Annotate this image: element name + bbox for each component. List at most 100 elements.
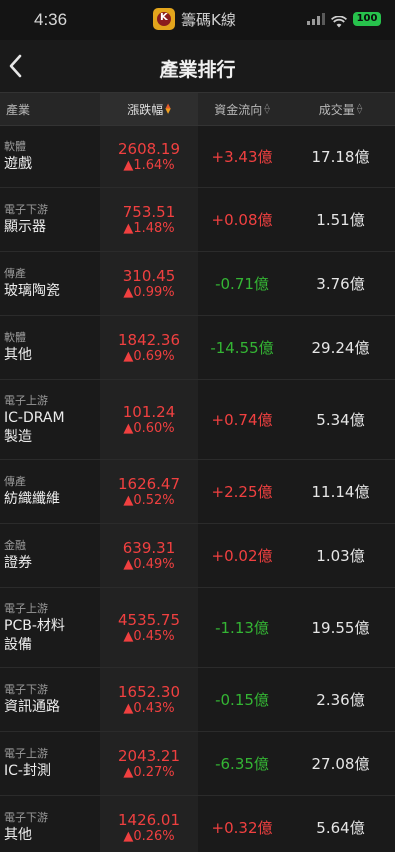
- change-cell: 4535.75 ▲0.45%: [100, 588, 198, 667]
- change-cell: 753.51 ▲1.48%: [100, 188, 198, 251]
- industry-name: 紡織纖維: [4, 491, 60, 507]
- industry-cell: 電子下游 顯示器: [0, 188, 100, 251]
- change-percent: ▲0.43%: [123, 700, 175, 716]
- fund-flow-value: +2.25億: [211, 483, 273, 501]
- industry-category: 軟體: [4, 140, 26, 153]
- header-flow-sort[interactable]: 資金流向 △ ▽: [198, 93, 286, 125]
- industry-cell: 電子上游 IC-DRAM 製造: [0, 380, 100, 459]
- app-logo-letter: K: [160, 12, 168, 23]
- change-cell: 1842.36 ▲0.69%: [100, 316, 198, 379]
- industry-category: 電子上游: [4, 747, 48, 760]
- sort-icon: △ ▽: [264, 102, 270, 115]
- status-time: 4:36: [34, 10, 68, 29]
- volume-value: 1.03億: [316, 547, 365, 565]
- table-row[interactable]: 電子下游 顯示器 753.51 ▲1.48% +0.08億 1.51億: [0, 188, 395, 252]
- index-price: 2608.19: [117, 139, 181, 158]
- index-price: 1426.01: [117, 810, 181, 829]
- table-row[interactable]: 軟體 其他 1842.36 ▲0.69% -14.55億 29.24億: [0, 316, 395, 380]
- index-price: 2043.21: [117, 746, 181, 765]
- industry-name: 製造: [4, 428, 32, 445]
- volume-value: 3.76億: [316, 275, 365, 293]
- sort-icon: △ ▽: [356, 102, 363, 115]
- table-row[interactable]: 傳產 紡織纖維 1626.47 ▲0.52% +2.25億 11.14億: [0, 460, 395, 524]
- header-change-sort[interactable]: 漲跌幅 ▲ ▼: [100, 93, 198, 125]
- index-price: 1626.47: [117, 474, 181, 493]
- industry-name: 遊戲: [4, 156, 32, 172]
- change-cell: 1626.47 ▲0.52%: [100, 460, 198, 523]
- header-flow-label: 資金流向: [214, 102, 263, 117]
- index-price: 1842.36: [117, 330, 181, 349]
- change-percent: ▲0.69%: [123, 348, 175, 364]
- table-row[interactable]: 電子下游 其他 1426.01 ▲0.26% +0.32億 5.64億: [0, 796, 395, 852]
- table-row[interactable]: 電子上游 PCB-材料 設備 4535.75 ▲0.45% -1.13億 19.55億: [0, 588, 395, 668]
- volume-value: 2.36億: [316, 691, 365, 709]
- change-cell: 101.24 ▲0.60%: [100, 380, 198, 459]
- industry-category: 電子下游: [4, 811, 48, 824]
- header-industry: 產業: [6, 102, 31, 117]
- change-cell: 2043.21 ▲0.27%: [100, 732, 198, 795]
- change-cell: 2608.19 ▲1.64%: [100, 126, 198, 187]
- index-price: 1652.30: [117, 682, 181, 701]
- industry-list: 軟體 遊戲 2608.19 ▲1.64% +3.43億 17.18億 電子下游 顯示器 753.…: [0, 126, 395, 852]
- change-cell: 1426.01 ▲0.26%: [100, 796, 198, 852]
- industry-cell: 傳產 紡織纖維: [0, 460, 100, 523]
- industry-name: 其他: [4, 347, 32, 363]
- table-row[interactable]: 電子上游 IC-DRAM 製造 101.24 ▲0.60% +0.74億 5.34億: [0, 380, 395, 460]
- fund-flow-value: +0.32億: [211, 819, 273, 837]
- fund-flow-value: -1.13億: [215, 619, 269, 637]
- change-cell: 1652.30 ▲0.43%: [100, 668, 198, 731]
- table-row[interactable]: 金融 證券 639.31 ▲0.49% +0.02億 1.03億: [0, 524, 395, 588]
- fund-flow-value: +0.08億: [211, 211, 273, 229]
- app-logo-icon: K: [153, 8, 175, 30]
- table-row[interactable]: 電子下游 資訊通路 1652.30 ▲0.43% -0.15億 2.36億: [0, 668, 395, 732]
- change-percent: ▲0.27%: [123, 764, 175, 780]
- volume-value: 5.34億: [316, 411, 365, 429]
- volume-value: 19.55億: [311, 619, 370, 637]
- industry-cell: 軟體 其他: [0, 316, 100, 379]
- change-percent: ▲0.26%: [123, 828, 175, 844]
- change-percent: ▲0.49%: [123, 556, 175, 572]
- table-row[interactable]: 傳產 玻璃陶瓷 310.45 ▲0.99% -0.71億 3.76億: [0, 252, 395, 316]
- industry-category: 傳產: [4, 475, 26, 488]
- system-icons: 100: [307, 12, 381, 28]
- fund-flow-value: -0.71億: [215, 275, 269, 293]
- industry-cell: 電子下游 其他: [0, 796, 100, 852]
- table-row[interactable]: 軟體 遊戲 2608.19 ▲1.64% +3.43億 17.18億: [0, 126, 395, 188]
- industry-cell: 軟體 遊戲: [0, 126, 100, 187]
- status-bar: 4:36 K 籌碼K線 100: [0, 0, 395, 40]
- industry-cell: 電子上游 IC-封測: [0, 732, 100, 795]
- industry-cell: 電子下游 資訊通路: [0, 668, 100, 731]
- industry-category: 軟體: [4, 331, 26, 344]
- change-cell: 639.31 ▲0.49%: [100, 524, 198, 587]
- change-percent: ▲0.52%: [123, 492, 175, 508]
- app-name: 籌碼K線: [181, 10, 236, 29]
- header-volume-sort[interactable]: 成交量 △ ▽: [286, 93, 395, 125]
- industry-name: 證券: [4, 555, 32, 571]
- fund-flow-value: -6.35億: [215, 755, 269, 773]
- industry-cell: 金融 證券: [0, 524, 100, 587]
- nav-bar: 產業排行: [0, 40, 395, 92]
- industry-name: 顯示器: [4, 219, 46, 235]
- app-badge: K 籌碼K線: [153, 8, 236, 30]
- industry-name: IC-封測: [4, 763, 51, 779]
- change-cell: 310.45 ▲0.99%: [100, 252, 198, 315]
- volume-value: 27.08億: [311, 755, 370, 773]
- page-title: 產業排行: [159, 59, 236, 81]
- industry-name: IC-DRAM: [4, 409, 65, 426]
- industry-cell: 傳產 玻璃陶瓷: [0, 252, 100, 315]
- change-percent: ▲0.60%: [123, 420, 175, 436]
- industry-category: 電子上游: [4, 601, 48, 615]
- header-change-label: 漲跌幅: [127, 102, 164, 117]
- table-row[interactable]: 電子上游 IC-封測 2043.21 ▲0.27% -6.35億 27.08億: [0, 732, 395, 796]
- fund-flow-value: -14.55億: [210, 339, 274, 357]
- header-volume-label: 成交量: [318, 102, 355, 117]
- volume-value: 17.18億: [311, 148, 370, 166]
- industry-category: 電子下游: [4, 683, 48, 696]
- index-price: 753.51: [122, 202, 176, 221]
- index-price: 639.31: [122, 538, 176, 557]
- fund-flow-value: -0.15億: [215, 691, 269, 709]
- index-price: 4535.75: [117, 610, 181, 629]
- volume-value: 11.14億: [311, 483, 370, 501]
- industry-name: 玻璃陶瓷: [4, 283, 60, 299]
- volume-value: 1.51億: [316, 211, 365, 229]
